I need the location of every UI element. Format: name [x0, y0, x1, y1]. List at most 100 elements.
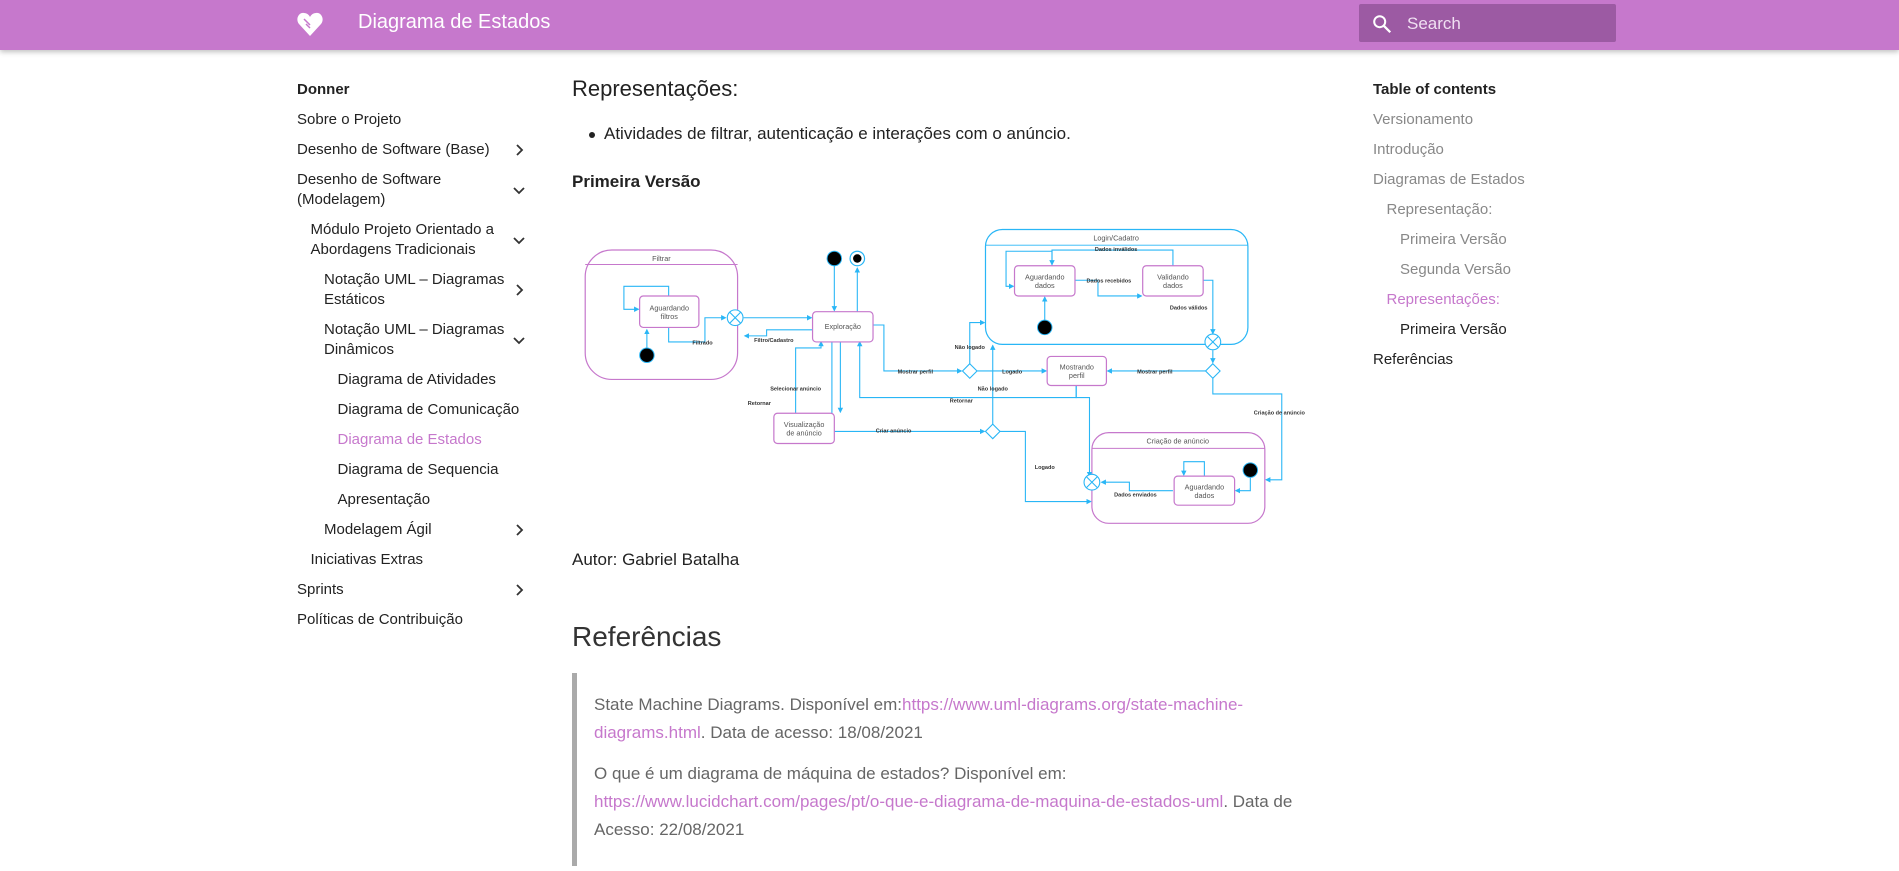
- transition-label: Não logado: [978, 386, 1009, 392]
- sidebar-item-label: Modelagem Ágil: [324, 521, 432, 538]
- toc-item[interactable]: Primeira Versão: [1373, 316, 1525, 346]
- sidebar-item-label: Diagrama de Sequencia: [337, 461, 499, 478]
- section-heading: Representações:: [572, 76, 739, 101]
- aguardando-filtros-state-label: filtros: [661, 312, 679, 321]
- initial-state: [639, 347, 655, 363]
- sidebar-item[interactable]: Iniciativas Extras: [297, 546, 537, 576]
- toc-item[interactable]: Versionamento: [1373, 106, 1525, 136]
- toc-item[interactable]: Diagramas de Estados: [1373, 166, 1525, 196]
- transition-arrow: [1075, 385, 1093, 478]
- sidebar-item[interactable]: Sobre o Projeto: [297, 106, 537, 136]
- reference-1: State Machine Diagrams. Disponível em:ht…: [594, 695, 1244, 742]
- sidebar-item[interactable]: Diagrama de Atividades: [297, 366, 537, 396]
- composite-title: Filtrar: [652, 254, 671, 263]
- sidebar-item-label: Diagrama de Estados: [337, 431, 482, 448]
- transition-label: Dados válidos: [1170, 305, 1208, 311]
- sidebar-nav: Donner Sobre o Projeto Desenho de Software…: [297, 76, 537, 636]
- toc-title: Table of contents: [1373, 81, 1497, 98]
- transition-label: Mostrar perfil: [1137, 369, 1173, 375]
- search-input[interactable]: Search: [1359, 4, 1616, 42]
- transition-label: Não logado: [955, 345, 986, 351]
- exit-point-icon: [1083, 473, 1101, 491]
- mostrando-perfil-state-label: perfil: [1069, 371, 1085, 380]
- transition-label: Retornar: [748, 401, 772, 407]
- toc-item[interactable]: Primeira Versão: [1373, 226, 1525, 256]
- chevron-down-icon[interactable]: [511, 182, 527, 198]
- sidebar-item[interactable]: Notação UML – Diagramas Estáticos: [297, 266, 537, 316]
- sidebar-item[interactable]: Desenho de Software (Modelagem): [297, 166, 537, 216]
- sidebar-item-label: Desenho de Software (Modelagem): [297, 171, 442, 208]
- sidebar-item-label: Módulo Projeto Orientado a Abordagens Tr…: [310, 221, 494, 258]
- sidebar-item[interactable]: Notação UML – Diagramas Dinâmicos: [297, 316, 537, 366]
- transition-label: Dados recebidos: [1086, 279, 1131, 285]
- reference-link[interactable]: https://www.lucidchart.com/pages/pt/o-qu…: [594, 792, 1223, 811]
- search-placeholder: Search: [1407, 14, 1461, 33]
- sidebar-item[interactable]: Diagrama de Comunicação: [297, 396, 537, 426]
- transition-label: Selecionar anúncio: [770, 386, 821, 392]
- sidebar-item-label: Apresentação: [337, 491, 431, 508]
- search-icon: [1373, 15, 1392, 34]
- sidebar-item-label: Donner: [297, 81, 350, 98]
- state-diagram: FiltrarLogin/CadatroCriação de anúncioAg…: [584, 228, 1306, 524]
- sidebar-item[interactable]: Diagrama de Sequencia: [297, 456, 537, 486]
- toc-item[interactable]: Introdução: [1373, 136, 1525, 166]
- transition-label: Mostrar perfil: [898, 369, 934, 375]
- exit-point-icon: [1204, 333, 1222, 351]
- page-title: Diagrama de Estados: [358, 11, 551, 33]
- initial-state: [1037, 319, 1053, 336]
- decision-node: [984, 423, 1001, 440]
- transition-label: Dados enviados: [1114, 493, 1157, 499]
- aguardando-dados-state-label: dados: [1035, 281, 1055, 290]
- reference-2: O que é um diagrama de máquina de estado…: [594, 764, 1293, 839]
- sidebar-item-label: Políticas de Contribuição: [297, 611, 463, 628]
- toc-item[interactable]: Representação:: [1373, 196, 1525, 226]
- toc-item[interactable]: Referências: [1373, 346, 1525, 376]
- transition-arrow: [743, 329, 813, 339]
- initial-state: [826, 250, 843, 267]
- chevron-down-icon[interactable]: [511, 332, 527, 348]
- composite-title: Login/Cadatro: [1093, 233, 1139, 242]
- sidebar-item[interactable]: Sprints: [297, 576, 537, 606]
- sidebar-item[interactable]: Donner: [297, 76, 537, 106]
- decision-node: [1204, 362, 1221, 379]
- table-of-contents: Table of contents Versionamento Introduçã…: [1373, 76, 1525, 376]
- sidebar-item[interactable]: Políticas de Contribuição: [297, 606, 537, 636]
- sidebar-item-label: Notação UML – Diagramas Estáticos: [324, 271, 505, 308]
- chevron-down-icon[interactable]: [511, 232, 527, 248]
- sidebar-item-label: Diagrama de Comunicação: [337, 401, 520, 418]
- toc-item[interactable]: Representações:: [1373, 286, 1525, 316]
- sidebar-item-label: Desenho de Software (Base): [297, 141, 490, 158]
- chevron-right-icon[interactable]: [511, 582, 527, 598]
- sidebar-item[interactable]: Módulo Projeto Orientado a Abordagens Tr…: [297, 216, 537, 266]
- validando-dados-state-label: dados: [1163, 281, 1183, 290]
- transition-label: Criação de anúncio: [1254, 410, 1306, 416]
- sidebar-item[interactable]: Modelagem Ágil: [297, 516, 537, 546]
- initial-state: [1242, 462, 1259, 478]
- transition-label: Criar anúncio: [876, 429, 912, 435]
- exit-point-icon: [726, 309, 744, 327]
- toc-item[interactable]: Segunda Versão: [1373, 256, 1525, 286]
- sidebar-item-label: Iniciativas Extras: [310, 551, 424, 568]
- subheading: Primeira Versão: [572, 172, 701, 191]
- chevron-right-icon[interactable]: [511, 522, 527, 538]
- sidebar-item[interactable]: Diagrama de Estados: [297, 426, 537, 456]
- transition-label: Filtro/Cadastro: [754, 338, 794, 344]
- exploracao-state-label: Exploração: [825, 322, 861, 331]
- top-bar: Diagrama de Estados Search: [0, 0, 1899, 50]
- transition-arrow: [831, 341, 986, 435]
- chevron-right-icon[interactable]: [511, 142, 527, 158]
- transition-arrow: [969, 319, 986, 364]
- transition-label: Logado: [1002, 369, 1023, 375]
- decision-node: [961, 362, 978, 379]
- chevron-right-icon[interactable]: [511, 282, 527, 298]
- author: Autor: Gabriel Batalha: [572, 550, 740, 569]
- visualizacao-state-label: de anúncio: [786, 429, 821, 438]
- sidebar-item[interactable]: Desenho de Software (Base): [297, 136, 537, 166]
- main-content: Representações: Atividades de filtrar, a…: [572, 76, 1322, 866]
- handshake-heart-logo-icon[interactable]: [296, 10, 324, 38]
- transition-label: Filtrado: [692, 340, 713, 346]
- sidebar-item-label: Notação UML – Diagramas Dinâmicos: [324, 321, 505, 358]
- sidebar-item-label: Sprints: [297, 581, 344, 598]
- sidebar-item[interactable]: Apresentação: [297, 486, 537, 516]
- transition-arrow: [873, 324, 963, 374]
